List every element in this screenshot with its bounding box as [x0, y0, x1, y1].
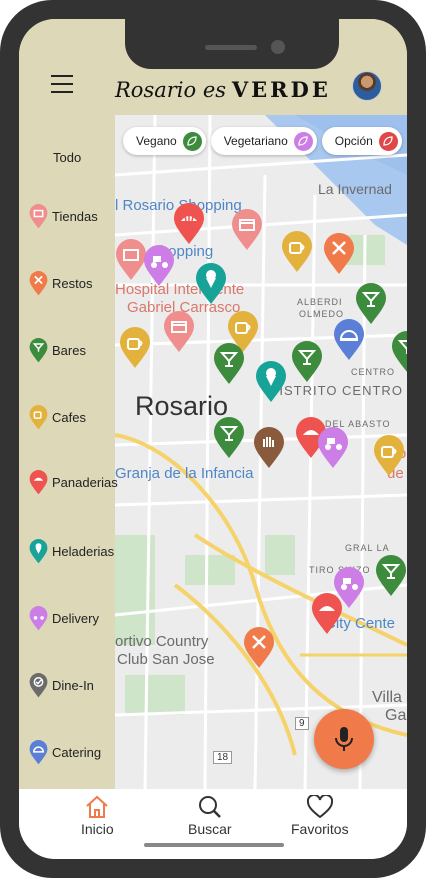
map-pin-cafe[interactable] — [281, 231, 313, 273]
category-sidebar: Todo Tiendas Restos Bares Cafes Panaderi… — [19, 115, 118, 789]
leaf-icon — [182, 131, 202, 151]
map-pin-bar[interactable] — [213, 417, 245, 459]
category-label: Restos — [52, 276, 93, 291]
map-place-label: Club San Jose — [117, 651, 215, 668]
user-avatar[interactable] — [352, 71, 382, 101]
category-cafes[interactable]: Cafes — [29, 405, 86, 430]
heart-icon — [306, 795, 333, 819]
map-pin-cafe[interactable] — [119, 327, 151, 369]
map-pin-bakery[interactable] — [173, 203, 205, 245]
leaf-icon — [293, 131, 313, 151]
category-catering[interactable]: Catering — [29, 740, 101, 765]
filter-chip-label: Opción — [334, 134, 373, 148]
map-pin-delivery[interactable] — [143, 245, 175, 287]
map-place-label: GRAL LA — [345, 543, 390, 553]
category-label: Dine-In — [52, 678, 94, 693]
app-title: Rosario es VERDE — [115, 77, 331, 103]
coffee-icon — [29, 405, 48, 430]
bottom-navigation: Inicio Buscar Favoritos — [19, 789, 407, 859]
map-pin-catering[interactable] — [333, 319, 365, 361]
map-pin-bar[interactable] — [391, 331, 407, 373]
nav-buscar[interactable]: Buscar — [188, 795, 232, 837]
map-pin-ice-cream[interactable] — [195, 263, 227, 305]
category-label: Delivery — [52, 611, 99, 626]
map-place-label: Granja de la Infancia — [115, 465, 254, 482]
map-place-label: DISTRITO CENTRO — [269, 383, 403, 398]
map-pin-restaurant[interactable] — [243, 627, 275, 669]
category-dine-in[interactable]: Dine-In — [29, 673, 94, 698]
cloche-icon — [29, 740, 48, 765]
app-title-bold: VERDE — [231, 77, 331, 102]
filter-chip-label: Vegetariano — [223, 134, 288, 148]
search-icon — [198, 796, 221, 818]
home-indicator — [144, 843, 284, 847]
map-pin-bar[interactable] — [213, 343, 245, 385]
route-shield: 18 — [213, 751, 233, 764]
leaf-icon — [378, 131, 398, 151]
map-place-label: OLMEDO — [299, 309, 345, 319]
screen: Rosario es VERDE Rosario l Rosario Shopp… — [19, 19, 407, 859]
fork-knife-icon — [29, 271, 48, 296]
check-circle-icon — [29, 673, 48, 698]
category-delivery[interactable]: Delivery — [29, 606, 99, 631]
category-label: Heladerias — [52, 544, 115, 559]
map-place-label: La Invernad — [318, 181, 392, 197]
map-pin-store[interactable] — [231, 209, 263, 251]
nav-label: Favoritos — [291, 821, 349, 837]
voice-search-button[interactable] — [314, 709, 374, 769]
filter-chip-label: Vegano — [136, 134, 177, 148]
home-icon — [86, 795, 109, 818]
map-pin-dine-in[interactable] — [253, 427, 285, 469]
category-tiendas[interactable]: Tiendas — [29, 204, 98, 229]
nav-label: Inicio — [81, 821, 114, 837]
category-panaderias[interactable]: Panaderias — [29, 470, 118, 495]
diet-filter-chips: Vegano Vegetariano Opción — [123, 127, 402, 155]
map-pin-store[interactable] — [163, 311, 195, 353]
category-restos[interactable]: Restos — [29, 271, 92, 296]
category-bares[interactable]: Bares — [29, 338, 86, 363]
nav-favoritos[interactable]: Favoritos — [291, 795, 349, 837]
category-label: Bares — [52, 343, 86, 358]
map-pin-bar[interactable] — [291, 341, 323, 383]
scooter-icon — [29, 606, 48, 631]
category-heladerias[interactable]: Heladerias — [29, 539, 114, 564]
microphone-icon — [335, 727, 353, 751]
category-label: Catering — [52, 745, 102, 760]
map-place-label: ALBERDI — [297, 297, 343, 307]
map-pin-ice-cream[interactable] — [255, 361, 287, 403]
category-label: Todo — [53, 150, 82, 165]
filter-chip-opcion[interactable]: Opción — [321, 127, 402, 155]
map-pin-delivery[interactable] — [317, 427, 349, 469]
map-pin-bakery[interactable] — [311, 593, 343, 635]
ice-cream-icon — [29, 539, 48, 564]
app-title-script: Rosario es — [115, 78, 227, 102]
filter-chip-vegetariano[interactable]: Vegetariano — [210, 127, 317, 155]
map-place-label: CENTRO — [351, 367, 395, 377]
speaker — [205, 45, 257, 50]
cocktail-icon — [29, 338, 48, 363]
map-view[interactable]: Rosario l Rosario Shopping rio Shopping … — [115, 115, 407, 789]
bread-icon — [29, 470, 48, 495]
map-pin-restaurant[interactable] — [323, 233, 355, 275]
nav-label: Buscar — [188, 821, 232, 837]
map-place-label: ortivo Country — [115, 633, 209, 650]
camera-icon — [271, 40, 285, 54]
map-pin-cafe[interactable] — [373, 435, 405, 477]
hamburger-menu-icon[interactable] — [51, 75, 73, 93]
category-label: Panaderias — [52, 475, 118, 490]
category-label: Tiendas — [52, 209, 98, 224]
category-label: Cafes — [52, 410, 86, 425]
map-place-label: Villa — [372, 689, 402, 706]
notch — [125, 19, 339, 69]
category-todo[interactable]: Todo — [53, 150, 81, 165]
phone-frame: Rosario es VERDE Rosario l Rosario Shopp… — [0, 0, 426, 878]
store-icon — [29, 204, 48, 229]
map-place-label: Ga — [385, 707, 407, 724]
map-pin-bar[interactable] — [375, 555, 407, 597]
filter-chip-vegano[interactable]: Vegano — [123, 127, 206, 155]
nav-inicio[interactable]: Inicio — [81, 795, 114, 837]
route-shield: 9 — [295, 717, 309, 730]
